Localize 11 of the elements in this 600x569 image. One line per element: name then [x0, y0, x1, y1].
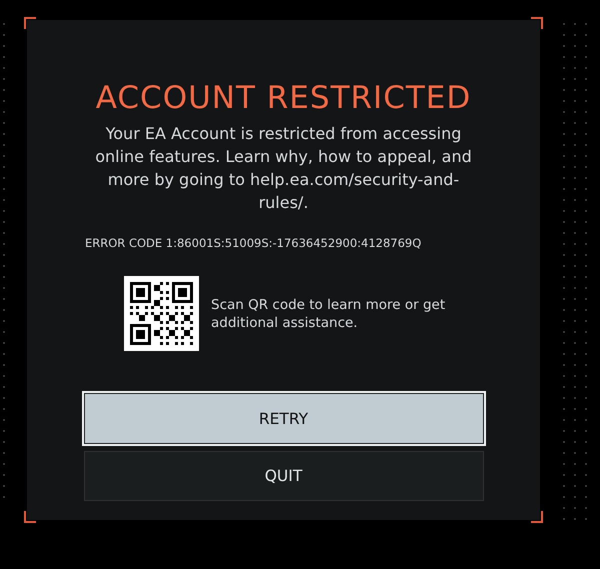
corner-bracket-icon: [24, 17, 36, 29]
qr-caption: Scan QR code to learn more or get additional assistance.: [211, 296, 446, 332]
restriction-message: Your EA Account is restricted from accessing online features. Learn why, how to appeal, and more by going to help.ea.com/security-and-rules/.: [94, 123, 473, 214]
corner-bracket-icon: [531, 511, 543, 523]
error-code: ERROR CODE 1:86001S:51009S:-17636452900:4128769Q: [85, 236, 422, 250]
dialog-button[interactable]: RETRY: [82, 391, 486, 446]
dialog-title: ACCOUNT RESTRICTED: [96, 80, 472, 116]
corner-bracket-icon: [24, 511, 36, 523]
qr-code-icon: [124, 276, 199, 351]
corner-bracket-icon: [531, 17, 543, 29]
dialog-button[interactable]: QUIT: [84, 451, 484, 501]
